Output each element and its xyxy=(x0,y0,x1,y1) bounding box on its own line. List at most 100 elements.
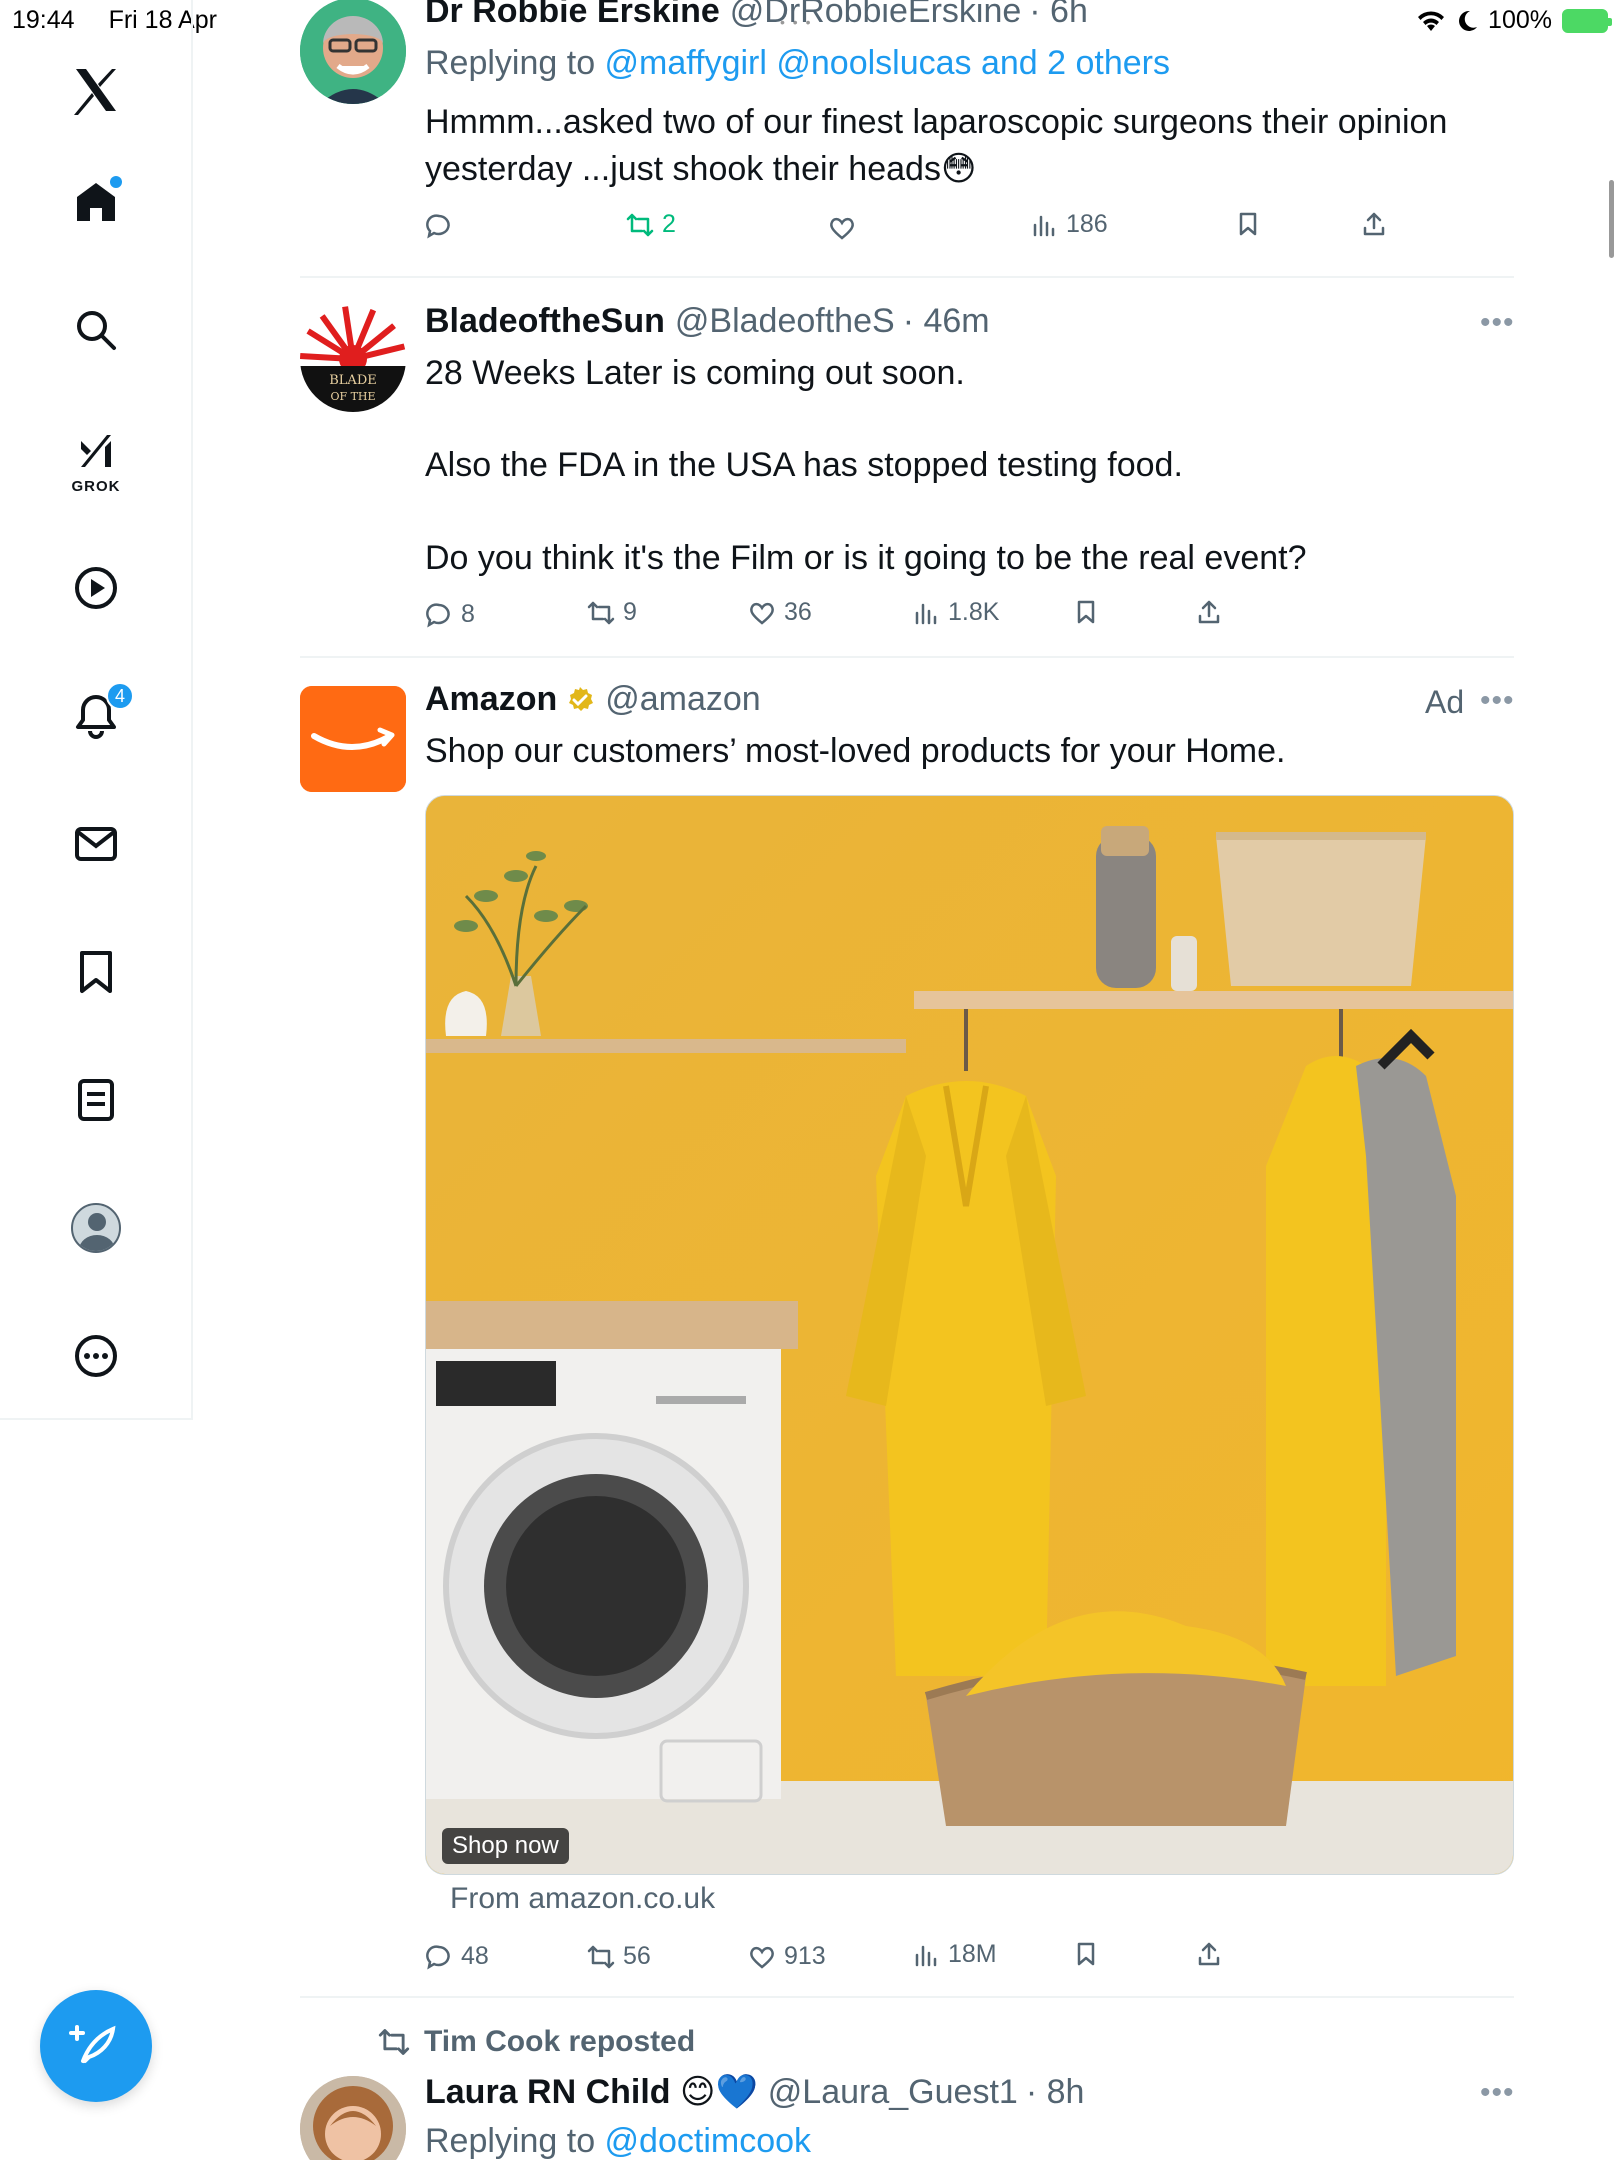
share-button[interactable] xyxy=(1195,598,1223,626)
more-options-button[interactable]: ••• xyxy=(1480,684,1515,718)
replying-to-link[interactable]: @doctimcook xyxy=(605,2122,811,2160)
notifications-badge: 4 xyxy=(106,682,134,710)
home-icon[interactable] xyxy=(64,170,128,234)
bookmark-button[interactable] xyxy=(1072,598,1100,626)
repost-count: 2 xyxy=(662,210,676,238)
amazon-logo-avatar[interactable] xyxy=(300,686,406,792)
tweet-header: BladeoftheSun @BladeoftheS · 46m xyxy=(425,302,990,341)
tweet-avatar[interactable] xyxy=(300,0,406,104)
reposted-by-label[interactable]: Tim Cook reposted xyxy=(424,2025,695,2059)
share-icon xyxy=(1363,212,1385,236)
tweet-avatar[interactable]: BLADE OF THE xyxy=(300,306,406,412)
views-button[interactable]: 186 xyxy=(1030,210,1108,239)
like-count: 36 xyxy=(784,598,812,626)
share-icon xyxy=(1198,1942,1220,1966)
svg-text:BLADE: BLADE xyxy=(329,373,377,388)
more-options-button[interactable]: ••• xyxy=(1480,2076,1515,2110)
tweet-text-line: Also the FDA in the USA has stopped test… xyxy=(425,446,1183,484)
reply-count: 8 xyxy=(461,600,475,628)
moon-icon xyxy=(1459,10,1478,31)
views-button[interactable]: 1.8K xyxy=(912,598,999,627)
ad-label: Ad xyxy=(1425,684,1465,720)
home-new-dot xyxy=(110,176,122,188)
search-icon[interactable] xyxy=(64,298,128,362)
tweet-avatar[interactable] xyxy=(300,2076,406,2160)
view-count: 18M xyxy=(948,1940,997,1968)
wifi-icon xyxy=(1418,10,1445,31)
tweet-author-handle[interactable]: @DrRobbieErskine xyxy=(730,0,1022,31)
tweet-author-name[interactable]: Laura RN Child 😊💙 xyxy=(425,2072,758,2112)
lists-icon[interactable] xyxy=(64,1068,128,1132)
grok-icon[interactable] xyxy=(64,420,128,484)
bookmarks-icon[interactable] xyxy=(64,940,128,1004)
bookmark-button[interactable] xyxy=(1072,1940,1100,1968)
tweet-header: Dr Robbie Erskine @DrRobbieErskine · 6h xyxy=(425,0,1088,31)
repost-button[interactable]: 9 xyxy=(587,598,637,627)
bookmark-icon xyxy=(1077,600,1095,624)
notifications-icon[interactable]: 4 xyxy=(64,682,134,748)
repost-icon xyxy=(587,601,615,624)
scrollbar[interactable] xyxy=(1609,180,1614,258)
share-button[interactable] xyxy=(1360,210,1388,238)
tweet-header: Laura RN Child 😊💙 @Laura_Guest1 · 8h xyxy=(425,2072,1084,2112)
compose-feather-icon xyxy=(69,2025,116,2063)
tweet-author-name[interactable]: Amazon xyxy=(425,680,557,719)
more-options-icon[interactable] xyxy=(64,1324,128,1388)
view-count: 1.8K xyxy=(948,598,1000,626)
bookmark-button[interactable] xyxy=(1234,210,1262,238)
tweet-time[interactable]: · 46m xyxy=(903,302,990,341)
views-icon xyxy=(915,603,937,624)
repost-button[interactable]: 56 xyxy=(587,1942,651,1971)
reply-count: 48 xyxy=(461,1942,489,1970)
reply-icon xyxy=(426,214,450,239)
like-button[interactable] xyxy=(828,214,864,242)
replying-to: Replying to @doctimcook xyxy=(425,2122,811,2160)
verified-badge-icon xyxy=(569,686,594,711)
grok-label: GROK xyxy=(71,478,121,495)
like-button[interactable]: 36 xyxy=(748,598,812,627)
tweet-header: Amazon @amazon xyxy=(425,680,761,719)
battery-percentage: 100% xyxy=(1488,6,1552,34)
tweet-text-line: Hmmm...asked two of our finest laparosco… xyxy=(425,103,1448,141)
x-logo-icon[interactable] xyxy=(64,58,128,122)
replying-to: Replying to @maffygirl @noolslucas and 2… xyxy=(425,44,1170,83)
repost-icon xyxy=(378,2029,410,2055)
messages-icon[interactable] xyxy=(64,812,128,876)
sidebar-nav: GROK 4 xyxy=(0,0,193,1420)
compose-post-button[interactable] xyxy=(40,1990,152,2102)
views-icon xyxy=(915,1945,937,1966)
tweet-divider xyxy=(300,656,1514,658)
reply-icon xyxy=(426,1944,450,1970)
reply-button[interactable]: 8 xyxy=(425,600,475,629)
video-icon[interactable] xyxy=(64,556,128,620)
like-button[interactable]: 913 xyxy=(748,1942,826,1971)
svg-text:OF THE: OF THE xyxy=(330,390,375,403)
tweet-time[interactable]: · 8h xyxy=(1026,2073,1085,2112)
reply-button[interactable]: 48 xyxy=(425,1942,489,1971)
tweet-author-handle[interactable]: @amazon xyxy=(605,680,760,719)
tweet-author-handle[interactable]: @BladeoftheS xyxy=(675,302,895,341)
tweet-text-line: yesterday ...just shook their heads😳 xyxy=(425,150,977,188)
tweet-author-handle[interactable]: @Laura_Guest1 xyxy=(768,2073,1018,2112)
bookmark-icon xyxy=(1239,212,1257,236)
profile-icon[interactable] xyxy=(64,1196,128,1260)
views-button[interactable]: 18M xyxy=(912,1940,997,1969)
reply-icon xyxy=(426,602,450,628)
heart-icon xyxy=(750,602,774,625)
heart-icon xyxy=(750,1946,774,1969)
share-button[interactable] xyxy=(1195,1940,1223,1968)
repost-button[interactable]: 2 xyxy=(626,210,676,239)
bookmark-icon xyxy=(1077,1942,1095,1966)
reply-button[interactable] xyxy=(425,212,461,240)
laundry-room-image xyxy=(426,796,1513,1874)
shop-now-button[interactable]: Shop now xyxy=(442,1828,569,1864)
tweet-author-name[interactable]: BladeoftheSun xyxy=(425,302,665,341)
replying-prefix: Replying to xyxy=(425,44,605,82)
tweet-text-line: Shop our customers’ most-loved products … xyxy=(425,732,1286,770)
replying-to-link[interactable]: @maffygirl @noolslucas and 2 others xyxy=(605,44,1170,82)
tweet-author-name[interactable]: Dr Robbie Erskine xyxy=(425,0,720,31)
more-options-button[interactable]: ••• xyxy=(1480,306,1515,340)
ad-source-link[interactable]: From amazon.co.uk xyxy=(450,1882,715,1916)
tweet-time[interactable]: · 6h xyxy=(1029,0,1088,31)
ad-image[interactable]: Shop now xyxy=(425,795,1514,1875)
